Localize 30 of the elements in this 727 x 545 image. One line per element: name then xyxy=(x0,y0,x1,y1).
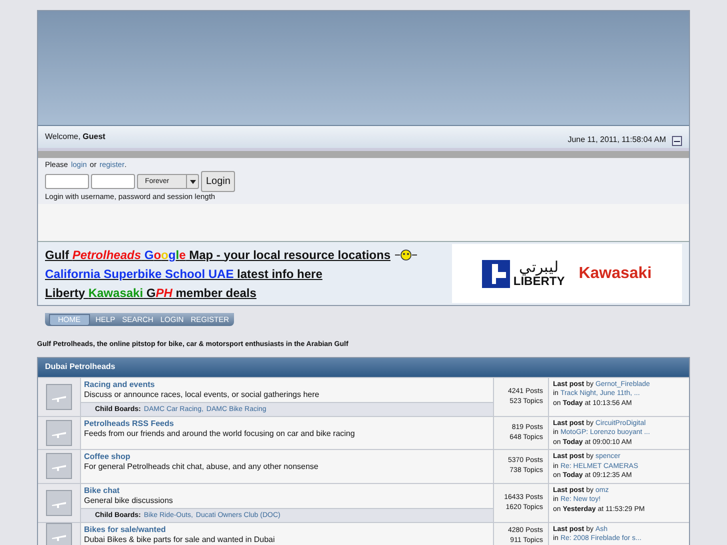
username-field[interactable] xyxy=(45,174,89,189)
date-time: June 11, 2011, 11:58:04 AM xyxy=(568,134,666,146)
liberty-logo-icon xyxy=(482,260,510,288)
board-title-link[interactable]: Bikes for sale/wanted xyxy=(84,524,490,534)
password-field[interactable] xyxy=(91,174,135,189)
board-description: Feeds from our friends and around the world focusing on car and bike racing xyxy=(84,428,356,438)
arabic-text: ليبرتي xyxy=(519,260,560,275)
board-icon xyxy=(46,490,72,516)
board-description: For general Petrolheads chit chat, abuse, and any other nonsense xyxy=(84,462,320,472)
board-icon xyxy=(46,453,72,480)
board-title-link[interactable]: Coffee shop xyxy=(84,452,490,462)
board-description: Discuss or announce races, local events, or social gatherings here xyxy=(84,390,320,400)
ad-link[interactable]: California Superbike School UAE latest info here xyxy=(45,264,452,282)
board-description: General bike discussions xyxy=(84,496,174,506)
board-title-link[interactable]: Racing and events xyxy=(84,380,490,390)
liberty-text: LIBERTY xyxy=(513,275,565,287)
ad-link[interactable]: Gulf Petrolheads Google Map - your local resource locations xyxy=(45,246,452,264)
collapse-icon[interactable] xyxy=(672,136,682,146)
login-button[interactable]: Login xyxy=(201,171,236,192)
board-title-link[interactable]: Bike chat xyxy=(84,486,490,496)
board-icon xyxy=(46,420,72,446)
board-icon xyxy=(46,384,72,410)
kawasaki-text: Kawasaki xyxy=(578,264,652,284)
welcome-text: Welcome, Guest xyxy=(45,131,106,143)
board-description: Dubai Bikes & bike parts for sale and wanted in Dubai xyxy=(84,534,276,544)
ad-link[interactable]: Liberty Kawasaki GPH member deals xyxy=(45,284,452,302)
category-header: Dubai Petrolheads xyxy=(38,358,689,376)
caret-icon xyxy=(186,175,198,188)
smiley-icon xyxy=(394,248,418,260)
board-title-link[interactable]: Petrolheads RSS Feeds xyxy=(84,418,490,428)
